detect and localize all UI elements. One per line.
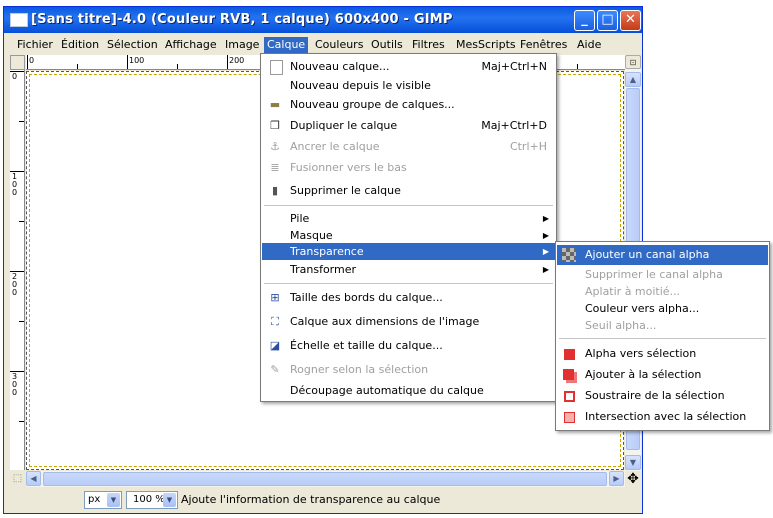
menu-item-supprimer[interactable]: ▮ Supprimer le calque [262,181,555,201]
ruler-label: 200 [12,272,18,297]
calque-menu: Nouveau calque... Maj+Ctrl+N Nouveau dep… [260,53,557,402]
transparence-submenu: Ajouter un canal alpha Supprimer le cana… [555,241,770,431]
menu-separator [559,338,766,339]
menu-item-dupliquer[interactable]: ❐ Dupliquer le calque Maj+Ctrl+D [262,116,555,136]
window-title: [Sans titre]-4.0 (Couleur RVB, 1 calque)… [31,12,453,27]
submenu-arrow-icon: ▶ [542,265,549,274]
menu-item-nouveau-calque[interactable]: Nouveau calque... Maj+Ctrl+N [262,57,555,77]
menu-edition[interactable]: Édition [58,37,102,53]
menu-fichier[interactable]: Fichier [14,37,56,53]
vertical-ruler[interactable]: 0 100 200 300 [10,70,25,470]
menu-item-ajouter-selection[interactable]: Ajouter à la sélection [557,365,768,385]
menu-item-seuil-alpha[interactable]: Seuil alpha... [557,317,768,334]
scroll-down-icon[interactable]: ▼ [625,455,641,470]
zoom-fit-icon[interactable]: ⊡ [625,55,641,69]
quick-mask-icon[interactable]: ⬚ [10,471,25,487]
menu-item-ajouter-canal-alpha[interactable]: Ajouter un canal alpha [557,245,768,265]
checker-icon [562,248,576,262]
submenu-arrow-icon: ▶ [542,247,549,256]
menu-item-couleur-vers-alpha[interactable]: Couleur vers alpha... [557,300,768,317]
chevron-down-icon: ▼ [163,493,176,507]
horizontal-scrollbar[interactable]: ◀ ▶ [26,471,625,487]
menu-item-taille-bords[interactable]: ⊞ Taille des bords du calque... [262,288,555,308]
menu-fenetres[interactable]: Fenêtres [517,37,570,53]
subtract-selection-icon [564,391,575,402]
ruler-label: 0 [29,56,35,65]
ruler-label: 100 [129,56,145,65]
minimize-button[interactable]: _ [574,10,595,31]
menu-messcripts[interactable]: MesScripts [453,37,519,53]
ruler-label: 200 [229,56,245,65]
folder-icon: ▬ [269,98,281,111]
chevron-down-icon: ▼ [107,493,120,507]
scale-layer-icon: ◪ [269,339,281,352]
navigate-icon[interactable]: ✥ [625,471,641,487]
menu-item-decoupage-auto[interactable]: Découpage automatique du calque [262,381,555,401]
intersect-selection-icon [564,412,575,423]
scroll-left-icon[interactable]: ◀ [26,471,41,486]
menu-separator [264,283,553,284]
menu-item-nouveau-depuis-visible[interactable]: Nouveau depuis le visible [262,76,555,96]
delete-icon: ▮ [271,184,279,197]
window-icon [10,13,28,27]
menu-image[interactable]: Image [222,37,262,53]
menu-item-transformer[interactable]: Transformer ▶ [262,260,555,280]
menu-item-fusionner[interactable]: ≣ Fusionner vers le bas [262,158,555,178]
duplicate-icon: ❐ [270,119,280,132]
menu-item-supprimer-canal-alpha[interactable]: Supprimer le canal alpha [557,266,768,283]
scroll-up-icon[interactable]: ▲ [625,72,641,87]
crop-icon: ✎ [270,363,280,376]
menu-selection[interactable]: Sélection [104,37,161,53]
menu-filtres[interactable]: Filtres [409,37,448,53]
red-square-icon [564,349,575,360]
menu-affichage[interactable]: Affichage [162,37,220,53]
maximize-button[interactable]: □ [597,10,618,31]
menu-item-transparence[interactable]: Transparence ▶ [262,243,555,260]
layer-to-image-icon: ⛶ [271,315,279,328]
menu-item-calque-dimensions-image[interactable]: ⛶ Calque aux dimensions de l'image [262,312,555,332]
ruler-label: 300 [12,372,18,397]
menu-item-ancrer[interactable]: ⚓ Ancrer le calque Ctrl+H [262,137,555,157]
add-selection-icon [563,369,574,380]
menu-aide[interactable]: Aide [574,37,604,53]
horizontal-scroll-thumb[interactable] [43,472,607,486]
scroll-right-icon[interactable]: ▶ [609,471,624,486]
menu-item-rogner[interactable]: ✎ Rogner selon la sélection [262,360,555,380]
menu-item-alpha-vers-selection[interactable]: Alpha vers sélection [557,344,768,364]
menu-item-intersection-selection[interactable]: Intersection avec la sélection [557,407,768,427]
anchor-icon: ⚓ [270,140,280,153]
boundary-size-icon: ⊞ [270,291,280,304]
menu-couleurs[interactable]: Couleurs [312,37,366,53]
menu-item-echelle-taille[interactable]: ◪ Échelle et taille du calque... [262,336,555,356]
menu-outils[interactable]: Outils [368,37,406,53]
zoom-select[interactable]: 100 % ▼ [126,491,178,509]
ruler-label: 0 [12,72,18,81]
menu-item-aplatir-moitie[interactable]: Aplatir à moitié... [557,283,768,300]
close-button[interactable]: ✕ [620,10,641,31]
menu-item-soustraire-selection[interactable]: Soustraire de la sélection [557,386,768,406]
menu-bar: Fichier Édition Sélection Affichage Imag… [6,34,640,54]
ruler-label: 100 [12,172,18,197]
unit-select[interactable]: px ▼ [84,491,122,509]
status-message: Ajoute l'information de transparence au … [181,493,441,506]
title-bar[interactable]: [Sans titre]-4.0 (Couleur RVB, 1 calque)… [4,7,642,33]
new-layer-icon [270,60,283,75]
merge-down-icon: ≣ [270,161,280,174]
menu-separator [264,205,553,206]
status-bar: px ▼ 100 % ▼ Ajoute l'information de tra… [6,489,640,511]
menu-item-nouveau-groupe[interactable]: ▬ Nouveau groupe de calques... [262,95,555,115]
menu-calque[interactable]: Calque [264,37,309,53]
ruler-corner-button[interactable] [10,55,25,70]
